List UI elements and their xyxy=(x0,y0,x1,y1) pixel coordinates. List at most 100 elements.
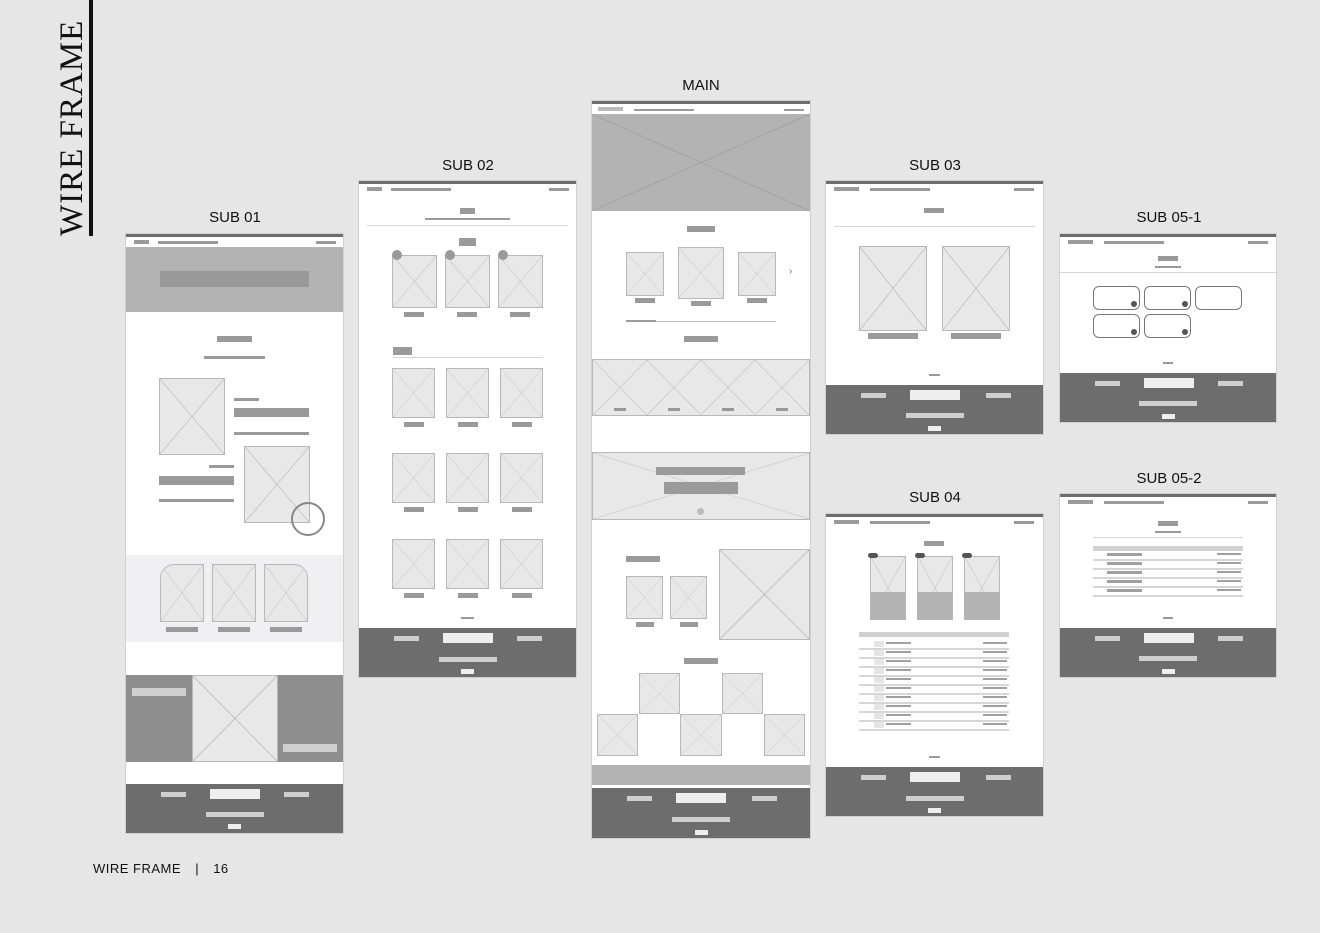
circle-icon xyxy=(291,502,325,536)
caption xyxy=(635,298,655,303)
tabs[interactable] xyxy=(1155,531,1181,533)
x-placeholder-icon xyxy=(626,252,664,296)
text-line xyxy=(159,499,234,502)
x-placeholder-icon xyxy=(764,714,805,756)
nav-util xyxy=(1014,188,1034,191)
x-placeholder-icon xyxy=(859,246,927,331)
section-title xyxy=(626,556,660,562)
text-lines xyxy=(159,476,234,485)
divider xyxy=(393,357,543,358)
sns-icons xyxy=(461,669,474,674)
chevron-right-icon[interactable]: › xyxy=(789,267,797,277)
page-title xyxy=(1158,256,1178,261)
table-titles xyxy=(1107,553,1142,598)
footer-logo xyxy=(1144,633,1194,643)
caption xyxy=(668,408,680,411)
caption xyxy=(404,507,424,512)
caption xyxy=(404,593,424,598)
caption xyxy=(722,408,734,411)
card-badge xyxy=(868,553,878,558)
logo-block xyxy=(598,107,623,111)
x-placeholder-icon xyxy=(738,252,776,296)
text-line xyxy=(234,432,309,435)
card-badge xyxy=(962,553,972,558)
nav-bar xyxy=(158,241,218,244)
divider xyxy=(834,226,1035,227)
footer-logo xyxy=(676,793,726,803)
nav-util xyxy=(784,109,804,111)
page-footer: WIRE FRAME | 16 xyxy=(93,861,229,876)
x-placeholder-icon xyxy=(446,453,489,503)
x-placeholder-icon xyxy=(159,378,225,455)
footer-links xyxy=(672,817,730,822)
footer-text xyxy=(161,792,186,797)
text-line xyxy=(234,398,259,401)
footer-text xyxy=(284,792,309,797)
text-lines xyxy=(234,408,309,417)
x-placeholder-icon xyxy=(670,576,707,619)
nav-bar xyxy=(1104,241,1164,244)
footer-links xyxy=(906,413,964,418)
page-title xyxy=(924,541,944,546)
x-placeholder-icon xyxy=(626,576,663,619)
logo-block xyxy=(367,187,382,191)
nav-bar xyxy=(391,188,451,191)
circle-icon xyxy=(1182,301,1188,307)
section-title xyxy=(459,238,476,246)
banner-title xyxy=(656,467,745,475)
x-placeholder-icon xyxy=(392,453,435,503)
circle-icon xyxy=(697,508,704,515)
footer-label: WIRE FRAME xyxy=(93,861,182,876)
caption xyxy=(951,333,1001,339)
page-title xyxy=(460,208,475,214)
page-title xyxy=(1158,521,1178,526)
footer-logo xyxy=(1144,378,1194,388)
footer-text xyxy=(1095,381,1120,386)
x-placeholder-icon xyxy=(192,675,278,762)
circle-icon xyxy=(392,250,402,260)
tabs[interactable] xyxy=(1155,266,1181,268)
sns-icons xyxy=(928,808,941,813)
pagination[interactable] xyxy=(929,374,940,376)
card-caption xyxy=(270,627,302,632)
caption xyxy=(404,422,424,427)
title-accent-bar xyxy=(89,0,93,236)
caption xyxy=(636,622,654,627)
pagination[interactable] xyxy=(1163,362,1173,364)
list-item[interactable] xyxy=(1195,286,1242,310)
top-strip xyxy=(359,181,576,184)
category-tabs xyxy=(425,218,510,220)
footer-text xyxy=(986,775,1011,780)
sns-icons xyxy=(1162,669,1175,674)
divider xyxy=(1060,272,1276,273)
section-title xyxy=(687,226,715,232)
caption xyxy=(691,301,711,306)
card-caption xyxy=(218,627,250,632)
caption xyxy=(512,593,532,598)
nav-util xyxy=(1014,521,1034,524)
footer-links xyxy=(906,796,964,801)
x-placeholder-icon xyxy=(678,247,724,299)
x-placeholder-icon xyxy=(446,368,489,418)
x-placeholder-icon xyxy=(592,114,810,211)
caption xyxy=(457,312,477,317)
footer-text xyxy=(861,393,886,398)
x-placeholder-icon xyxy=(719,549,810,640)
frame-label-sub05-1: SUB 05-1 xyxy=(1136,209,1202,226)
pagination[interactable] xyxy=(461,617,474,619)
footer-text xyxy=(861,775,886,780)
pagination[interactable] xyxy=(929,756,940,758)
caption xyxy=(458,593,478,598)
frame-label-sub04: SUB 04 xyxy=(909,489,961,506)
x-placeholder-icon xyxy=(212,564,256,622)
wireframe-sub03 xyxy=(826,181,1043,434)
footer-logo xyxy=(443,633,493,643)
table-meta xyxy=(983,642,1007,732)
top-strip xyxy=(1060,494,1276,497)
footer-text xyxy=(1218,381,1243,386)
caption xyxy=(868,333,918,339)
footer-links xyxy=(439,657,497,662)
pagination[interactable] xyxy=(1163,617,1173,619)
more-button[interactable] xyxy=(684,336,718,342)
wireframe-sub05-2 xyxy=(1060,494,1276,677)
